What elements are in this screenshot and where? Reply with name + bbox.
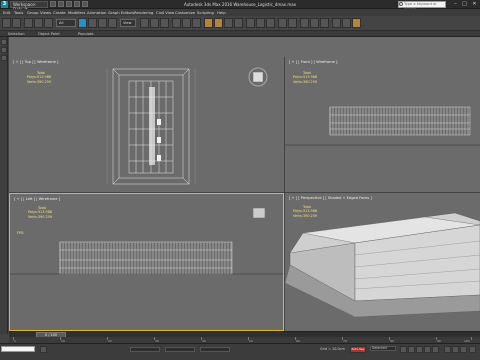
key-filter-dropdown[interactable]: Selected <box>370 346 396 351</box>
bind-space-warp-icon[interactable] <box>44 18 53 28</box>
link-icon[interactable] <box>24 18 33 28</box>
save-file-icon[interactable] <box>66 1 72 7</box>
selection-filter-dropdown[interactable]: All <box>56 19 76 27</box>
left-wireframe-elevation <box>10 207 283 275</box>
menu-create[interactable]: Create <box>53 9 66 16</box>
orbit-icon[interactable] <box>460 346 467 353</box>
redo-icon[interactable] <box>12 18 21 28</box>
layout-icon[interactable] <box>1 55 7 61</box>
menu-group[interactable]: Group <box>27 9 39 16</box>
minimize-button[interactable]: – <box>451 1 460 8</box>
rectangular-selection-icon[interactable] <box>98 18 107 28</box>
undo-icon[interactable] <box>74 1 80 7</box>
rotate-icon[interactable] <box>150 18 159 28</box>
maximize-button[interactable]: □ <box>460 1 469 8</box>
viewport-layout-strip <box>0 37 8 334</box>
rendered-frame-window-icon[interactable] <box>342 18 351 28</box>
status-bar: Grid = 10,0cm Auto Key Selected <box>0 343 480 360</box>
main-toolbar: All View <box>0 16 480 31</box>
tick <box>471 337 472 340</box>
render-production-icon[interactable] <box>352 18 361 28</box>
auto-key-button[interactable]: Auto Key <box>350 346 366 353</box>
viewcube-icon <box>248 67 268 87</box>
play-icon[interactable] <box>416 346 423 353</box>
perspective-building-render <box>285 212 480 318</box>
unlink-icon[interactable] <box>34 18 43 28</box>
keyboard-shortcut-icon[interactable] <box>192 18 201 28</box>
mirror-icon[interactable] <box>256 18 265 28</box>
viewport-top[interactable]: [ + ] [ Top ] [ Wireframe ] Total Polys:… <box>9 57 284 192</box>
x-coordinate-field[interactable] <box>130 347 160 352</box>
viewport-area-top <box>9 37 480 57</box>
menu-tools[interactable]: Tools <box>14 9 23 16</box>
viewcube-icon <box>252 207 266 219</box>
redo-icon[interactable] <box>82 1 88 7</box>
manipulate-icon[interactable] <box>182 18 191 28</box>
scale-icon[interactable] <box>160 18 169 28</box>
search-icon <box>399 2 403 6</box>
viewport-perspective[interactable]: [ + ] [ Perspective ] [ Shaded + Edged F… <box>285 193 480 331</box>
menu-views[interactable]: Views <box>40 9 51 16</box>
menu-graph-editors[interactable]: Graph Editors <box>108 9 134 16</box>
open-file-icon[interactable] <box>58 1 64 7</box>
spinner-snap-icon[interactable] <box>234 18 243 28</box>
workspace-dropdown[interactable]: Workspace: Default <box>10 1 48 12</box>
z-coordinate-field[interactable] <box>200 347 230 352</box>
maximize-viewport-icon[interactable] <box>469 346 476 353</box>
curve-editor-icon[interactable] <box>300 18 309 28</box>
top-wireframe-plan <box>106 67 268 185</box>
reference-coordinate-dropdown[interactable]: View <box>120 19 136 27</box>
pan-icon[interactable] <box>452 346 459 353</box>
y-coordinate-field[interactable] <box>165 347 195 352</box>
front-wireframe-elevation <box>285 106 480 146</box>
percent-snap-icon[interactable] <box>224 18 233 28</box>
grid-size-readout: Grid = 10,0cm <box>320 347 345 351</box>
app-logo[interactable]: 3 <box>1 1 8 8</box>
menu-scripting[interactable]: Scripting <box>197 9 214 16</box>
viewport-left[interactable]: [ + ] [ Left ] [ Wireframe ] Total Polys… <box>9 193 284 331</box>
material-editor-icon[interactable] <box>320 18 329 28</box>
new-file-icon[interactable] <box>50 1 56 7</box>
close-button[interactable]: ✕ <box>470 1 479 8</box>
next-frame-icon[interactable] <box>424 346 431 353</box>
named-selection-icon[interactable] <box>246 18 255 28</box>
angle-snap-icon[interactable] <box>214 18 223 28</box>
select-object-icon[interactable] <box>78 18 87 28</box>
maxscript-listener-input[interactable] <box>1 346 35 352</box>
menu-edit[interactable]: Edit <box>3 9 10 16</box>
move-icon[interactable] <box>140 18 149 28</box>
go-to-start-icon[interactable] <box>400 346 407 353</box>
undo-icon[interactable] <box>2 18 11 28</box>
select-by-name-icon[interactable] <box>88 18 97 28</box>
title-bar: 3 Workspace: Default Autodesk 3ds Max 20… <box>0 0 480 12</box>
window-crossing-icon[interactable] <box>108 18 117 28</box>
menu-help[interactable]: Help <box>217 9 226 16</box>
layer-explorer-icon[interactable] <box>278 18 287 28</box>
window-title: Autodesk 3ds Max 2016 Warehouse_Logistic… <box>183 2 297 7</box>
layout-icon[interactable] <box>1 39 7 45</box>
menu-rendering[interactable]: Rendering <box>134 9 153 16</box>
go-to-end-icon[interactable] <box>432 346 439 353</box>
search-input[interactable]: Type a keyword or phrase <box>398 1 446 11</box>
pivot-center-icon[interactable] <box>172 18 181 28</box>
snap-toggle-icon[interactable] <box>204 18 213 28</box>
schematic-view-icon[interactable] <box>310 18 319 28</box>
viewport-front[interactable]: [ + ] [ Front ] [ Wireframe ] Total Poly… <box>285 57 480 192</box>
menu-animation[interactable]: Animation <box>87 9 106 16</box>
layout-icon[interactable] <box>1 47 7 53</box>
render-setup-icon[interactable] <box>332 18 341 28</box>
menu-customize[interactable]: Customize <box>175 9 195 16</box>
ribbon-toggle-icon[interactable] <box>288 18 297 28</box>
menu-modifiers[interactable]: Modifiers <box>68 9 85 16</box>
menu-bar: Edit Tools Group Views Create Modifiers … <box>0 9 480 16</box>
lock-selection-icon[interactable] <box>40 346 47 353</box>
previous-frame-icon[interactable] <box>408 346 415 353</box>
zoom-icon[interactable] <box>444 346 451 353</box>
menu-civil-view[interactable]: Civil View <box>156 9 174 16</box>
align-icon[interactable] <box>266 18 275 28</box>
